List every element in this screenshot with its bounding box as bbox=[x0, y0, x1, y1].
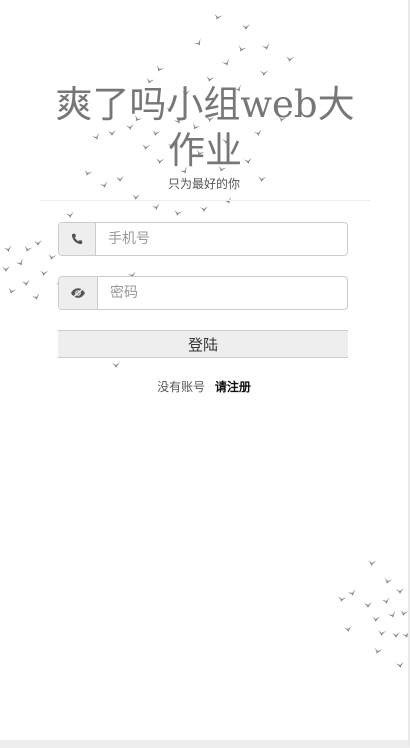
bird-icon bbox=[151, 203, 161, 211]
bird-icon bbox=[154, 64, 165, 74]
bird-icon bbox=[34, 240, 42, 246]
bird-icon bbox=[212, 12, 223, 22]
phone-input[interactable] bbox=[96, 223, 347, 255]
phone-input-group bbox=[58, 222, 348, 256]
bird-icon bbox=[261, 43, 271, 51]
bird-icon bbox=[347, 589, 357, 597]
eye-icon bbox=[59, 277, 98, 309]
page-title: 爽了吗小组web大作业 bbox=[55, 83, 355, 172]
bird-flock-bottom bbox=[337, 559, 410, 669]
register-link[interactable]: 请注册 bbox=[215, 380, 251, 394]
bird-icon bbox=[221, 58, 232, 68]
bird-icon bbox=[381, 597, 391, 605]
bird-icon bbox=[382, 576, 393, 586]
bird-icon bbox=[236, 44, 247, 54]
page-subtitle: 只为最好的你 bbox=[167, 177, 240, 191]
bird-icon bbox=[395, 661, 405, 669]
bird-icon bbox=[3, 245, 13, 253]
bird-icon bbox=[401, 631, 410, 639]
header-divider bbox=[40, 200, 370, 201]
bird-icon bbox=[15, 258, 26, 268]
register-prompt-line: 没有账号 请注册 bbox=[0, 378, 408, 395]
bird-icon bbox=[377, 629, 387, 637]
phone-icon bbox=[59, 223, 96, 255]
password-input[interactable] bbox=[98, 277, 347, 309]
bird-icon bbox=[285, 55, 295, 63]
bird-icon bbox=[371, 615, 381, 623]
login-button[interactable]: 登陆 bbox=[58, 330, 348, 358]
bird-icon bbox=[364, 602, 372, 608]
bird-icon bbox=[47, 253, 57, 261]
bird-icon bbox=[367, 559, 377, 567]
bird-icon bbox=[193, 38, 204, 48]
bird-icon bbox=[343, 625, 353, 633]
bird-icon bbox=[21, 279, 31, 287]
register-prompt-text: 没有账号 bbox=[157, 380, 206, 394]
bird-icon bbox=[259, 69, 269, 77]
bird-icon bbox=[372, 646, 383, 656]
bird-icon bbox=[39, 269, 49, 277]
bird-icon bbox=[396, 588, 404, 594]
bird-icon bbox=[6, 286, 17, 296]
bird-icon bbox=[387, 610, 398, 620]
bird-icon bbox=[22, 244, 33, 254]
bird-icon bbox=[337, 595, 347, 603]
bird-icon bbox=[173, 209, 183, 217]
bird-icon bbox=[200, 206, 208, 212]
password-input-group bbox=[58, 276, 348, 310]
bird-icon bbox=[65, 211, 75, 219]
bird-icon bbox=[392, 632, 400, 638]
bird-icon bbox=[31, 293, 41, 301]
bird-icon bbox=[242, 24, 250, 30]
bird-icon bbox=[2, 266, 10, 272]
bird-icon bbox=[399, 609, 409, 617]
bird-icon bbox=[112, 362, 120, 368]
